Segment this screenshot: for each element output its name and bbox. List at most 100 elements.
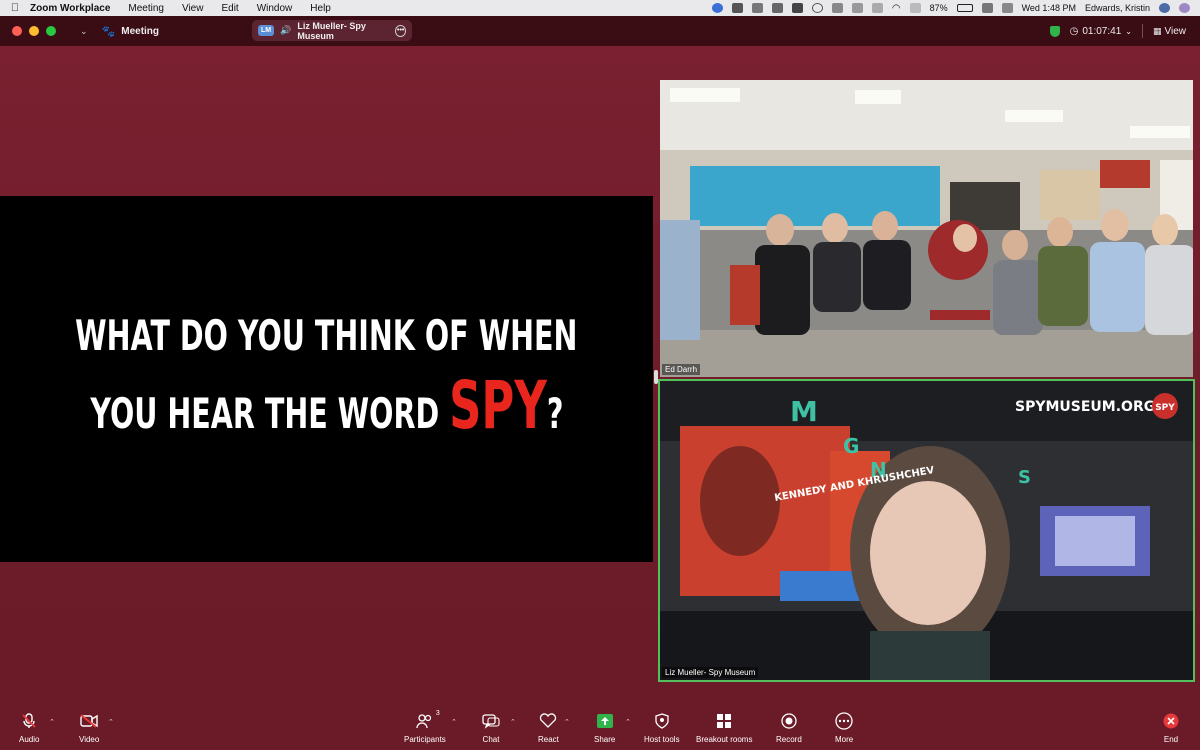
participants-label: Participants [404, 735, 446, 744]
clipboard-icon[interactable] [771, 3, 783, 13]
control-center-icon[interactable] [1001, 3, 1013, 13]
airplay-icon[interactable] [871, 3, 883, 13]
microphone-muted-icon [20, 712, 38, 730]
chevron-down-icon: ⌄ [1125, 26, 1132, 36]
status-area: ◠ 87% Wed 1:48 PM Edwards, Kristin [711, 3, 1200, 14]
video-tile-ed-darrh[interactable]: Ed Darrh [658, 78, 1195, 379]
chat-label: Chat [482, 735, 500, 744]
participants-icon: 3 [416, 710, 440, 730]
extension-icon[interactable] [731, 3, 743, 13]
heart-icon [539, 712, 557, 730]
bluetooth-icon[interactable] [831, 3, 843, 13]
menu-edit[interactable]: Edit [221, 3, 238, 14]
video-options-chevron-icon[interactable]: ⌃ [108, 718, 114, 726]
share-screen-icon [596, 712, 614, 730]
spy-logo-text: SPY [1155, 403, 1175, 413]
zoom-window-button[interactable] [46, 26, 56, 36]
end-meeting-button[interactable]: End [1162, 712, 1180, 744]
speaker-audio-icon: 🔊 [280, 25, 292, 35]
battery-icon[interactable] [956, 4, 973, 12]
end-label: End [1163, 735, 1179, 744]
audio-label: Audio [19, 735, 40, 744]
share-options-chevron-icon[interactable]: ⌃ [625, 718, 631, 726]
chevron-down-icon[interactable]: ⌄ [80, 26, 88, 37]
meeting-duration: 01:07:41 [1082, 25, 1122, 37]
slide-line-2: YOU HEAR THE WORD SPY? [90, 363, 563, 449]
meeting-timer[interactable]: ◷ 01:07:41 ⌄ [1070, 26, 1132, 37]
grid-icon: ▦ [1152, 25, 1162, 36]
close-window-button[interactable] [12, 26, 22, 36]
shield-icon [653, 712, 671, 730]
participants-options-chevron-icon[interactable]: ⌃ [451, 718, 457, 726]
chat-button[interactable]: Chat [482, 712, 500, 744]
search-icon[interactable] [981, 3, 993, 13]
apple-icon[interactable]:  [0, 2, 30, 14]
divider [1141, 24, 1143, 38]
host-tools-button[interactable]: Host tools [644, 712, 680, 744]
spy-museum-video: M G N S SPYMUSEUM.ORG SPY KENNEDY AND KH… [660, 381, 1193, 680]
time-machine-icon[interactable] [811, 3, 823, 13]
screen-icon[interactable] [851, 3, 863, 13]
spy-letter-m: M [790, 395, 818, 428]
menu-view[interactable]: View [182, 3, 204, 14]
participants-button[interactable]: 3 Participants [404, 710, 446, 744]
paw-icon: 🐾 [101, 25, 116, 38]
more-icon [835, 712, 853, 730]
react-options-chevron-icon[interactable]: ⌃ [564, 718, 570, 726]
react-button[interactable]: React [538, 712, 559, 744]
volume-icon[interactable] [909, 3, 921, 13]
spy-word: SPY [448, 367, 547, 445]
active-speaker-pill[interactable]: LM 🔊 Liz Mueller- Spy Museum ••• [252, 20, 412, 41]
participant-name-ed-darrh: Ed Darrh [662, 364, 701, 375]
breakout-rooms-icon [715, 712, 733, 730]
meeting-stage: WHAT DO YOU THINK OF WHEN YOU HEAR THE W… [0, 46, 1200, 702]
more-options-icon[interactable]: ••• [395, 24, 406, 37]
record-button[interactable]: Record [776, 712, 802, 744]
camera-off-icon [80, 712, 98, 730]
active-speaker-name: Liz Mueller- Spy Museum [297, 20, 366, 41]
siri-icon[interactable] [1179, 3, 1190, 13]
speaker-avatar: LM [258, 25, 275, 36]
spy-letter-s: S [1018, 467, 1031, 488]
share-button[interactable]: Share [594, 712, 615, 744]
share-label: Share [594, 735, 616, 744]
audio-options-chevron-icon[interactable]: ⌃ [49, 718, 55, 726]
user-name[interactable]: Edwards, Kristin [1085, 3, 1150, 13]
clock[interactable]: Wed 1:48 PM [1022, 3, 1076, 13]
chat-options-chevron-icon[interactable]: ⌃ [510, 718, 516, 726]
meeting-tab[interactable]: 🐾 Meeting [102, 25, 159, 38]
end-icon [1162, 712, 1180, 730]
participants-count: 3 [435, 710, 440, 717]
user-avatar-icon[interactable] [1159, 3, 1170, 13]
video-button[interactable]: Video [79, 712, 99, 744]
record-label: Record [776, 735, 802, 744]
wifi-icon[interactable]: ◠ [892, 3, 901, 14]
slide-line-1: WHAT DO YOU THINK OF WHEN [75, 310, 578, 360]
clock-icon: ◷ [1069, 25, 1079, 37]
menu-zoom-workplace[interactable]: Zoom Workplace [30, 3, 110, 14]
security-icon[interactable] [791, 3, 803, 13]
hand-icon[interactable] [751, 3, 763, 13]
app-menu: Zoom Workplace Meeting View Edit Window … [30, 3, 331, 14]
record-icon [780, 712, 798, 730]
shared-screen-slide: WHAT DO YOU THINK OF WHEN YOU HEAR THE W… [0, 196, 653, 562]
menu-help[interactable]: Help [310, 3, 331, 14]
classroom-video [660, 80, 1193, 377]
audio-button[interactable]: Audio [19, 712, 39, 744]
encryption-shield-icon[interactable] [1049, 25, 1060, 37]
titlebar-right: ◷ 01:07:41 ⌄ ▦ View [1049, 24, 1200, 38]
minimize-window-button[interactable] [29, 26, 39, 36]
menu-window[interactable]: Window [257, 3, 293, 14]
participant-name-liz-mueller: Liz Mueller- Spy Museum [662, 667, 759, 678]
video-tile-liz-mueller[interactable]: M G N S SPYMUSEUM.ORG SPY KENNEDY AND KH… [658, 379, 1195, 682]
view-button[interactable]: ▦ View [1153, 26, 1186, 37]
battery-percent: 87% [929, 3, 948, 13]
zoom-status-icon[interactable] [711, 3, 723, 13]
more-label: More [835, 735, 854, 744]
menu-meeting[interactable]: Meeting [128, 3, 164, 14]
more-button[interactable]: More [835, 712, 853, 744]
spy-letter-g: G [843, 434, 859, 458]
zoom-titlebar: ⌄ 🐾 Meeting LM 🔊 Liz Mueller- Spy Museum… [0, 16, 1200, 46]
host-tools-label: Host tools [644, 735, 680, 744]
breakout-rooms-button[interactable]: Breakout rooms [696, 712, 752, 744]
